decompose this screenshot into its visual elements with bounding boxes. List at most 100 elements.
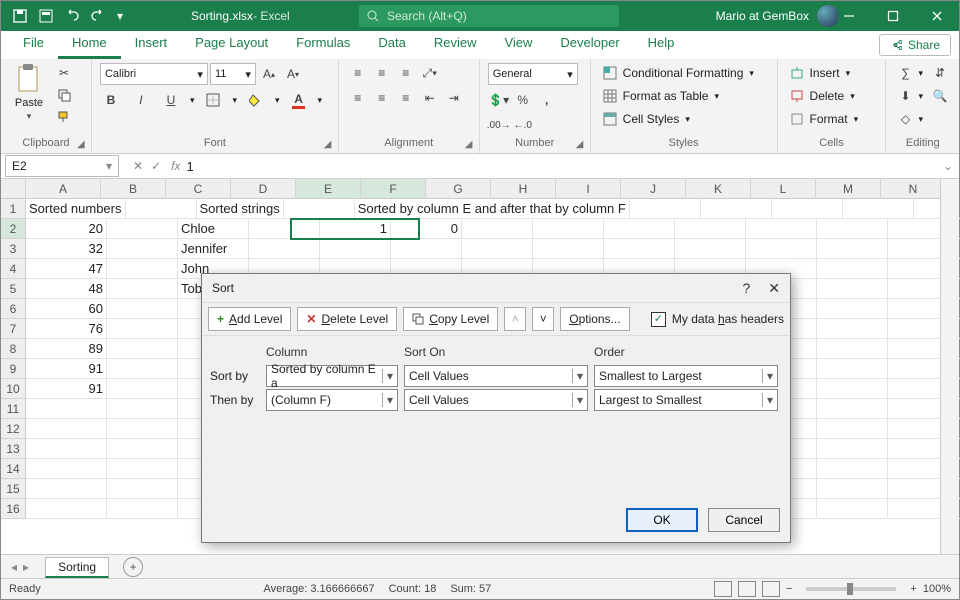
row-header-1[interactable]: 1 — [1, 199, 26, 219]
cell-H3[interactable] — [533, 239, 604, 259]
cell-L15[interactable] — [817, 479, 888, 499]
cell-A15[interactable] — [26, 479, 107, 499]
increase-font-icon[interactable]: A▴ — [258, 64, 280, 84]
sheet-nav-next-icon[interactable]: ▸ — [23, 560, 29, 574]
formula-input[interactable]: 1 — [186, 159, 193, 174]
cell-F1[interactable] — [630, 199, 701, 219]
cell-J3[interactable] — [675, 239, 746, 259]
cell-B15[interactable] — [107, 479, 178, 499]
cell-A8[interactable]: 89 — [26, 339, 107, 359]
cell-A3[interactable]: 32 — [26, 239, 107, 259]
row-header-11[interactable]: 11 — [1, 399, 26, 419]
cell-L8[interactable] — [817, 339, 888, 359]
cell-A14[interactable] — [26, 459, 107, 479]
orientation-icon[interactable]: ⤢▾ — [419, 63, 441, 83]
cell-F3[interactable] — [391, 239, 462, 259]
fill-down-icon[interactable]: ⬇ — [894, 86, 916, 106]
row-header-8[interactable]: 8 — [1, 339, 26, 359]
decrease-decimal-icon[interactable]: ←.0 — [512, 115, 534, 135]
cell-C1[interactable]: Sorted strings — [197, 199, 284, 219]
cell-A11[interactable] — [26, 399, 107, 419]
tab-developer[interactable]: Developer — [546, 29, 633, 59]
cell-L10[interactable] — [817, 379, 888, 399]
cell-C3[interactable]: Jennifer — [178, 239, 249, 259]
format-painter-icon[interactable] — [53, 107, 75, 127]
alignment-dialog-launcher[interactable]: ◢ — [465, 139, 477, 151]
comma-icon[interactable]: , — [536, 90, 558, 110]
format-cells-button[interactable]: Format▾ — [786, 109, 863, 129]
number-format-combo[interactable]: General▾ — [488, 63, 578, 85]
cell-B4[interactable] — [107, 259, 178, 279]
qat-more-icon[interactable]: ▾ — [117, 9, 123, 23]
cell-D1[interactable] — [284, 199, 355, 219]
col-header-M[interactable]: M — [816, 179, 881, 199]
row-header-5[interactable]: 5 — [1, 279, 26, 299]
font-color-icon[interactable]: A — [288, 90, 310, 110]
sort-order-combo-1[interactable]: Largest to Smallest▾ — [594, 389, 778, 411]
cell-B16[interactable] — [107, 499, 178, 519]
paste-button[interactable]: Paste — [15, 97, 43, 109]
cut-icon[interactable]: ✂ — [53, 63, 75, 83]
clipboard-dialog-launcher[interactable]: ◢ — [77, 139, 89, 151]
tab-insert[interactable]: Insert — [121, 29, 182, 59]
fx-icon[interactable]: fx — [171, 159, 180, 173]
clear-icon[interactable]: ◇ — [894, 109, 916, 129]
help-button[interactable]: ? — [742, 280, 750, 297]
move-down-button[interactable]: ˅ — [532, 307, 554, 331]
align-top-icon[interactable]: ≡ — [347, 63, 369, 83]
cell-B5[interactable] — [107, 279, 178, 299]
decrease-font-icon[interactable]: A▾ — [282, 64, 304, 84]
cell-B8[interactable] — [107, 339, 178, 359]
bold-button[interactable]: B — [100, 90, 122, 110]
cell-B2[interactable] — [107, 219, 178, 239]
vertical-scrollbar[interactable] — [940, 179, 959, 555]
cell-B11[interactable] — [107, 399, 178, 419]
cell-B3[interactable] — [107, 239, 178, 259]
italic-button[interactable]: I — [130, 90, 152, 110]
row-header-3[interactable]: 3 — [1, 239, 26, 259]
col-header-E[interactable]: E — [296, 179, 361, 199]
delete-cells-button[interactable]: Delete▾ — [786, 86, 863, 106]
zoom-out-icon[interactable]: − — [786, 583, 792, 595]
cell-L3[interactable] — [817, 239, 888, 259]
row-header-4[interactable]: 4 — [1, 259, 26, 279]
col-header-A[interactable]: A — [26, 179, 101, 199]
sheet-tab-sorting[interactable]: Sorting — [45, 557, 109, 578]
col-header-B[interactable]: B — [101, 179, 166, 199]
cell-B1[interactable] — [126, 199, 197, 219]
cell-A1[interactable]: Sorted numbers — [26, 199, 126, 219]
cell-A7[interactable]: 76 — [26, 319, 107, 339]
cell-B10[interactable] — [107, 379, 178, 399]
cell-B14[interactable] — [107, 459, 178, 479]
insert-cells-button[interactable]: Insert▾ — [786, 63, 863, 83]
cell-L14[interactable] — [817, 459, 888, 479]
sort-column-combo-0[interactable]: Sorted by column E a▾ — [266, 365, 398, 387]
underline-button[interactable]: U — [160, 90, 182, 110]
row-header-10[interactable]: 10 — [1, 379, 26, 399]
align-right-icon[interactable]: ≡ — [395, 88, 417, 108]
new-sheet-button[interactable]: + — [123, 557, 143, 577]
cell-L4[interactable] — [817, 259, 888, 279]
cell-K2[interactable] — [746, 219, 817, 239]
cell-I2[interactable] — [604, 219, 675, 239]
cell-L11[interactable] — [817, 399, 888, 419]
cell-A9[interactable]: 91 — [26, 359, 107, 379]
sort-column-combo-1[interactable]: (Column F)▾ — [266, 389, 398, 411]
cell-C2[interactable]: Chloe — [178, 219, 249, 239]
cell-L2[interactable] — [817, 219, 888, 239]
align-center-icon[interactable]: ≡ — [371, 88, 393, 108]
font-name-combo[interactable]: Calibri▾ — [100, 63, 208, 85]
col-header-D[interactable]: D — [231, 179, 296, 199]
col-header-F[interactable]: F — [361, 179, 426, 199]
col-header-H[interactable]: H — [491, 179, 556, 199]
cell-A6[interactable]: 60 — [26, 299, 107, 319]
row-header-2[interactable]: 2 — [1, 219, 26, 239]
cell-L5[interactable] — [817, 279, 888, 299]
cell-G3[interactable] — [462, 239, 533, 259]
close-button[interactable] — [915, 1, 959, 31]
col-header-C[interactable]: C — [166, 179, 231, 199]
cell-B12[interactable] — [107, 419, 178, 439]
expand-formula-bar-icon[interactable]: ⌄ — [943, 159, 953, 173]
enter-formula-icon[interactable]: ✓ — [151, 159, 161, 173]
maximize-button[interactable] — [871, 1, 915, 31]
